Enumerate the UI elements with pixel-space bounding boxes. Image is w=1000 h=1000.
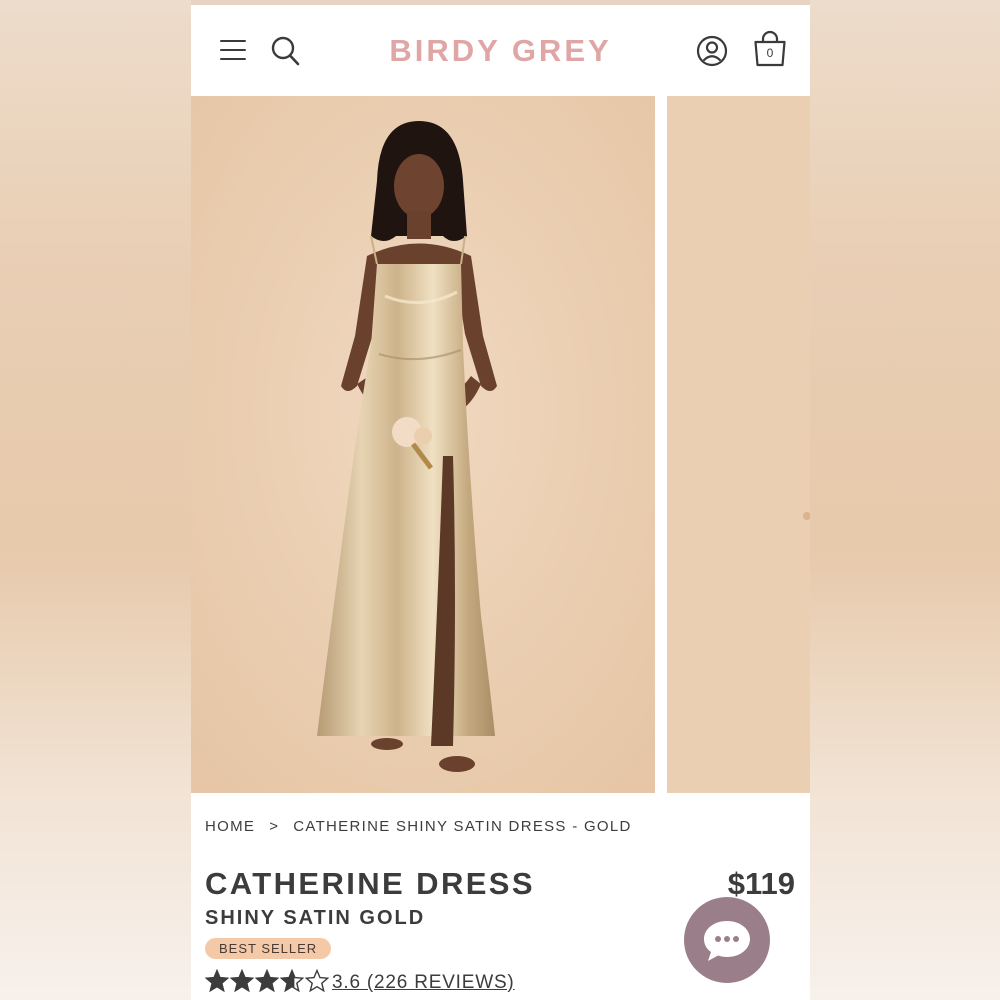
account-icon[interactable] xyxy=(696,35,728,67)
product-image-main[interactable] xyxy=(191,96,655,793)
star-icon xyxy=(280,969,304,993)
product-image-gallery xyxy=(191,96,810,793)
star-icon xyxy=(255,969,279,993)
reviews-link[interactable]: 3.6 (226 REVIEWS) xyxy=(332,972,515,994)
chat-button[interactable] xyxy=(684,897,770,983)
star-icon xyxy=(305,969,329,993)
breadcrumb: HOME > CATHERINE SHINY SATIN DRESS - GOLD xyxy=(205,818,632,835)
chat-bubble-icon xyxy=(704,921,750,961)
background-left-panel xyxy=(0,0,191,1000)
breadcrumb-current: CATHERINE SHINY SATIN DRESS - GOLD xyxy=(293,818,632,835)
breadcrumb-home-link[interactable]: HOME xyxy=(205,818,255,835)
background-right-panel xyxy=(810,0,1000,1000)
mobile-screen: BIRDY GREY 0 HOME > CATHERINE SHINY SATI… xyxy=(191,0,810,1000)
rating-stars[interactable] xyxy=(205,969,329,995)
product-image-next[interactable] xyxy=(667,96,810,793)
product-title: CATHERINE DRESS xyxy=(205,866,535,901)
star-icon xyxy=(205,969,229,993)
shopping-bag-icon[interactable]: 0 xyxy=(752,30,788,68)
breadcrumb-separator: > xyxy=(269,818,280,835)
product-subtitle: SHINY SATIN GOLD xyxy=(205,907,426,929)
best-seller-badge: BEST SELLER xyxy=(205,938,332,959)
star-icon xyxy=(230,969,254,993)
site-header: BIRDY GREY 0 xyxy=(191,5,810,96)
cart-count: 0 xyxy=(766,46,774,60)
